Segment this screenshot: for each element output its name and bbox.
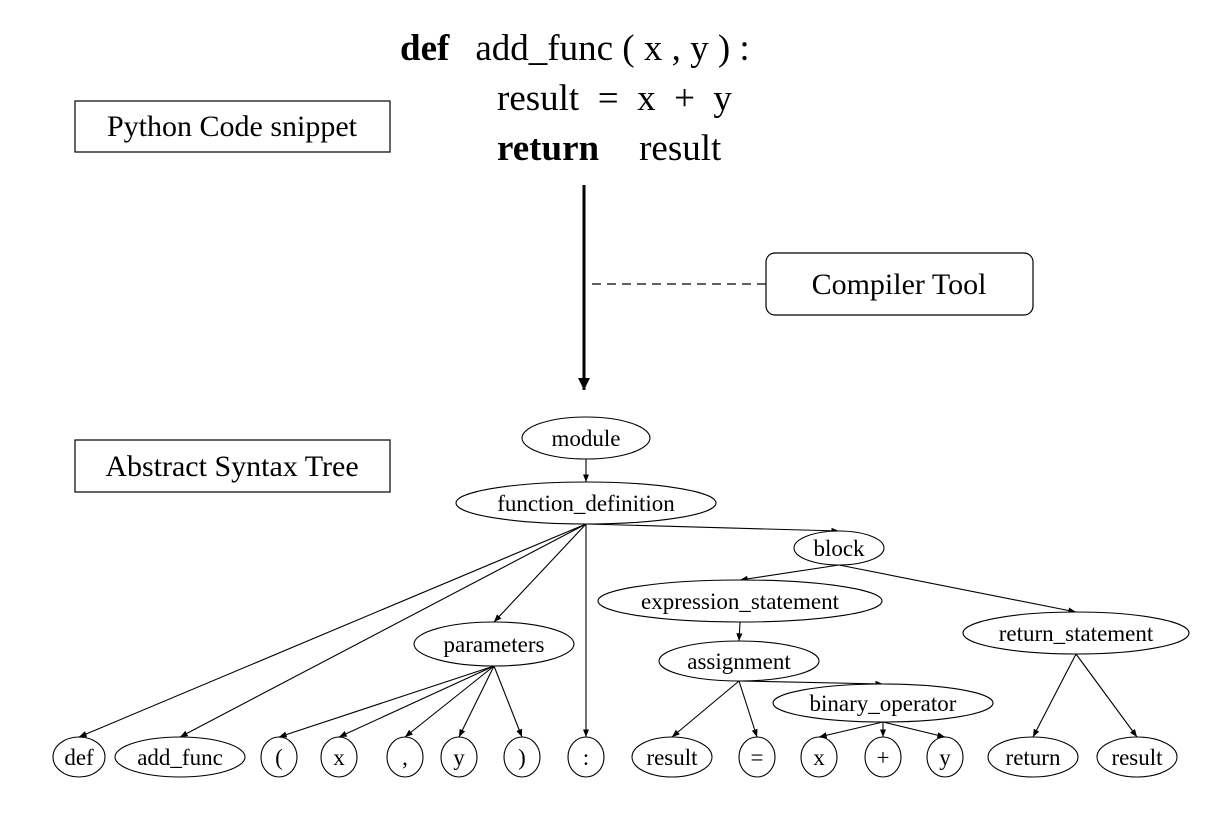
node-return_statement: return_statement — [962, 611, 1190, 655]
node-module: module — [521, 416, 651, 460]
code-line-1: def add_func ( x , y ) : — [400, 28, 750, 69]
node-label: module — [552, 426, 621, 451]
node-label: : — [583, 745, 589, 770]
code-line-2: result = x + y — [497, 78, 732, 119]
node-label: , — [402, 745, 408, 770]
node-result2: result — [1096, 736, 1178, 778]
node-eq: = — [738, 736, 776, 778]
node-function_definition: function_definition — [455, 481, 717, 525]
edge-parameters-rparen — [493, 665, 523, 738]
node-label: block — [813, 536, 865, 561]
edge-return_statement-ret — [1032, 653, 1077, 738]
edge-parameters-px — [338, 665, 495, 738]
node-label: y — [939, 745, 951, 770]
edge-function_definition-block — [585, 523, 840, 534]
edge-block-expression_statement — [739, 564, 840, 582]
node-label: y — [453, 745, 465, 770]
edge-expression_statement-assignment — [736, 621, 743, 642]
node-expression_statement: expression_statement — [597, 579, 883, 623]
node-label: assignment — [687, 649, 791, 674]
node-label: return_statement — [999, 621, 1154, 646]
node-label: + — [877, 745, 890, 770]
node-label: add_func — [137, 745, 223, 770]
node-plus: + — [864, 736, 902, 778]
node-ret: return — [987, 736, 1079, 778]
node-colon: : — [567, 736, 605, 778]
edge-parameters-lparen — [278, 665, 495, 738]
node-label: ( — [275, 745, 283, 770]
node-add_func: add_func — [114, 736, 246, 778]
node-bx: x — [800, 736, 838, 778]
node-parameters: parameters — [413, 621, 575, 667]
edge-parameters-py — [458, 665, 495, 738]
node-lparen: ( — [260, 736, 298, 778]
node-rparen: ) — [503, 736, 541, 778]
node-px: x — [320, 736, 358, 778]
edge-return_statement-result2 — [1075, 653, 1138, 738]
edge-assignment-eq — [738, 680, 758, 738]
node-label: return — [1006, 745, 1061, 770]
node-py: y — [440, 736, 478, 778]
ast-diagram: def add_func ( x , y ) : result = x + y r… — [52, 28, 1190, 778]
node-label: = — [751, 745, 764, 770]
node-label: x — [333, 745, 345, 770]
ast-label: Abstract Syntax Tree — [105, 450, 358, 483]
node-binary_operator: binary_operator — [772, 683, 994, 723]
code-snippet-label: Python Code snippet — [107, 110, 358, 143]
node-result1: result — [631, 736, 713, 778]
edge-binary_operator-by — [882, 721, 946, 739]
ast-label-box: Abstract Syntax Tree — [74, 439, 391, 493]
node-label: function_definition — [497, 491, 675, 516]
node-label: binary_operator — [810, 691, 957, 716]
edge-assignment-result1 — [671, 680, 740, 738]
node-label: result — [1111, 745, 1163, 770]
node-label: parameters — [444, 632, 545, 657]
code-snippet: def add_func ( x , y ) : result = x + y r… — [400, 28, 750, 169]
compiler-tool-box: Compiler Tool — [765, 252, 1034, 316]
edge-binary_operator-bx — [818, 721, 884, 739]
node-label: def — [64, 745, 94, 770]
node-block: block — [793, 530, 885, 566]
compiler-tool-label: Compiler Tool — [812, 268, 987, 301]
node-def: def — [52, 736, 106, 778]
node-comma: , — [386, 736, 424, 778]
edge-parameters-comma — [404, 665, 495, 738]
edge-assignment-binary_operator — [738, 680, 884, 687]
code-line-3: return result — [497, 128, 722, 169]
code-snippet-label-box: Python Code snippet — [74, 100, 391, 153]
node-label: result — [646, 745, 698, 770]
node-by: y — [926, 736, 964, 778]
node-label: x — [813, 745, 825, 770]
node-label: ) — [518, 745, 526, 770]
edge-function_definition-parameters — [493, 523, 587, 623]
node-label: expression_statement — [641, 589, 840, 614]
node-assignment: assignment — [658, 640, 820, 682]
